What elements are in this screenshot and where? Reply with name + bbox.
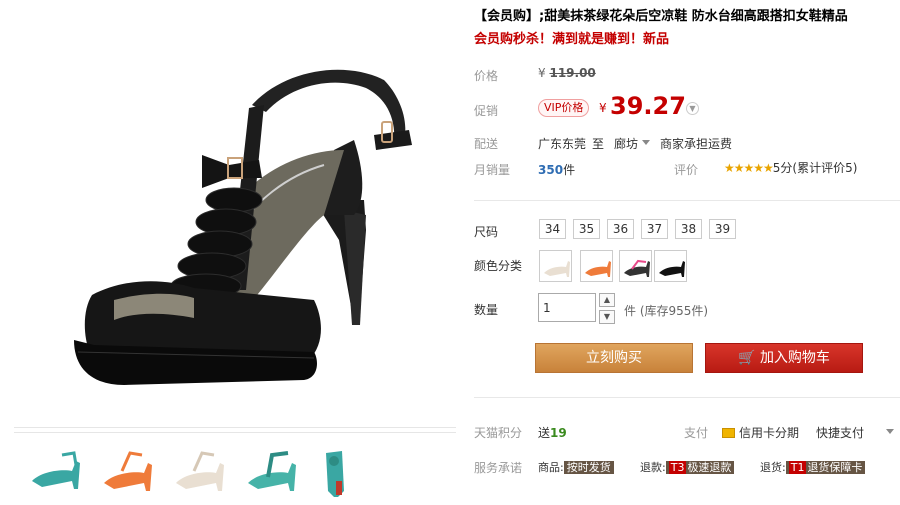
original-price-value: 119.00 [549, 66, 596, 80]
size-option-36[interactable]: 36 [607, 219, 634, 239]
payment-dropdown-icon[interactable] [886, 429, 894, 434]
thumbnail-teal-sandal[interactable] [238, 441, 304, 503]
points-number: 19 [550, 426, 567, 440]
credit-card-installment-label: 信用卡分期 [739, 426, 800, 440]
monthly-sales-count: 350 [538, 163, 564, 177]
quick-pay[interactable]: 快捷支付 [816, 424, 864, 441]
size-option-38[interactable]: 38 [675, 219, 702, 239]
size-option-37[interactable]: 37 [641, 219, 668, 239]
shipping-to-word: 至 [592, 137, 605, 151]
product-gallery [14, 0, 456, 505]
service-goods: 商品: 按时发货 [538, 459, 614, 475]
shipping-origin: 广东东莞 [538, 137, 587, 151]
return-guarantee-badge[interactable]: T1 退货保障卡 [785, 461, 866, 474]
buy-now-button[interactable]: 立刻购买 [535, 343, 693, 373]
price-label: 价格 [474, 69, 499, 83]
quantity-input[interactable] [538, 293, 596, 322]
service-return-label: 退货: [760, 461, 786, 474]
promo-price-currency: ¥ [599, 101, 607, 115]
size-label: 尺码 [474, 225, 499, 239]
color-option-white[interactable] [539, 250, 572, 282]
add-to-cart-label: 加入购物车 [759, 350, 830, 366]
service-goods-label: 商品: [538, 461, 564, 474]
credit-card-installment[interactable]: 信用卡分期 [722, 424, 799, 441]
color-option-multicolor[interactable] [619, 250, 652, 282]
on-time-delivery-badge[interactable]: 按时发货 [563, 461, 614, 474]
shipping-destination[interactable]: 廊坊 [614, 135, 638, 152]
service-promise-label: 服务承诺 [474, 461, 523, 475]
thumbnail-strip [14, 432, 456, 505]
main-product-image[interactable] [14, 0, 456, 428]
points-value: 送19 [538, 424, 567, 441]
size-option-34[interactable]: 34 [539, 219, 566, 239]
thumbnail-back-view-sandal[interactable] [304, 441, 370, 503]
product-subtitle: 会员购秒杀！满到就是赚到！新品 [474, 32, 670, 47]
black-sandal-image [74, 69, 412, 385]
rating-summary[interactable]: ★★★★★5分(累计评价5) [724, 159, 857, 176]
size-option-35[interactable]: 35 [573, 219, 600, 239]
promo-label: 促销 [474, 104, 499, 118]
vip-price-badge: VIP价格 [538, 99, 590, 117]
color-option-orange[interactable] [580, 250, 613, 282]
rating-score-text: 5分(累计评价5) [772, 161, 858, 175]
credit-card-icon [722, 428, 735, 438]
fast-refund-badge[interactable]: T3 极速退款 [665, 461, 735, 474]
section-divider [474, 200, 900, 201]
service-refund: 退款: T3 极速退款 [640, 459, 735, 475]
color-label: 颜色分类 [474, 259, 523, 273]
add-to-cart-button[interactable]: 🛒 加入购物车 [705, 343, 863, 373]
monthly-sales-unit: 件 [563, 163, 576, 177]
shipping-fee: 商家承担运费 [660, 137, 733, 151]
rating-label: 评价 [674, 163, 699, 177]
original-price-currency: ¥ [538, 66, 546, 80]
promo-price-value: 39.27 [610, 92, 686, 120]
stock-text: 件 (库存955件) [624, 304, 709, 318]
section-divider-2 [474, 397, 900, 398]
payment-label: 支付 [684, 426, 709, 440]
product-info-panel: 【会员购】;甜美抹茶绿花朵后空凉鞋 防水台细高跟搭扣女鞋精品 会员购秒杀！满到就… [474, 0, 900, 505]
service-return: 退货: T1 退货保障卡 [760, 459, 866, 475]
quantity-label: 数量 [474, 303, 499, 317]
monthly-sales-label: 月销量 [474, 163, 511, 177]
thumbnail-orange-sandal[interactable] [94, 441, 160, 503]
thumbnail-green-sandal[interactable] [22, 441, 88, 503]
star-rating-icon: ★★★★★ [724, 161, 774, 175]
original-price: ¥ 119.00 [538, 66, 596, 80]
quantity-decrease-icon[interactable]: ▼ [599, 310, 615, 324]
chevron-down-icon[interactable]: ▼ [686, 102, 699, 115]
color-option-black[interactable] [654, 250, 687, 282]
shipping-label: 配送 [474, 137, 499, 151]
size-option-39[interactable]: 39 [709, 219, 736, 239]
cart-icon: 🛒 [738, 350, 756, 366]
monthly-sales-value: 350件 [538, 161, 575, 178]
service-refund-label: 退款: [640, 461, 666, 474]
tmall-points-label: 天猫积分 [474, 426, 523, 440]
product-title: 【会员购】;甜美抹茶绿花朵后空凉鞋 防水台细高跟搭扣女鞋精品 [474, 9, 848, 24]
destination-dropdown-icon[interactable] [642, 140, 650, 145]
thumbnail-white-sandal[interactable] [166, 441, 232, 503]
points-give-word: 送 [538, 426, 551, 440]
quantity-increase-icon[interactable]: ▲ [599, 293, 615, 307]
